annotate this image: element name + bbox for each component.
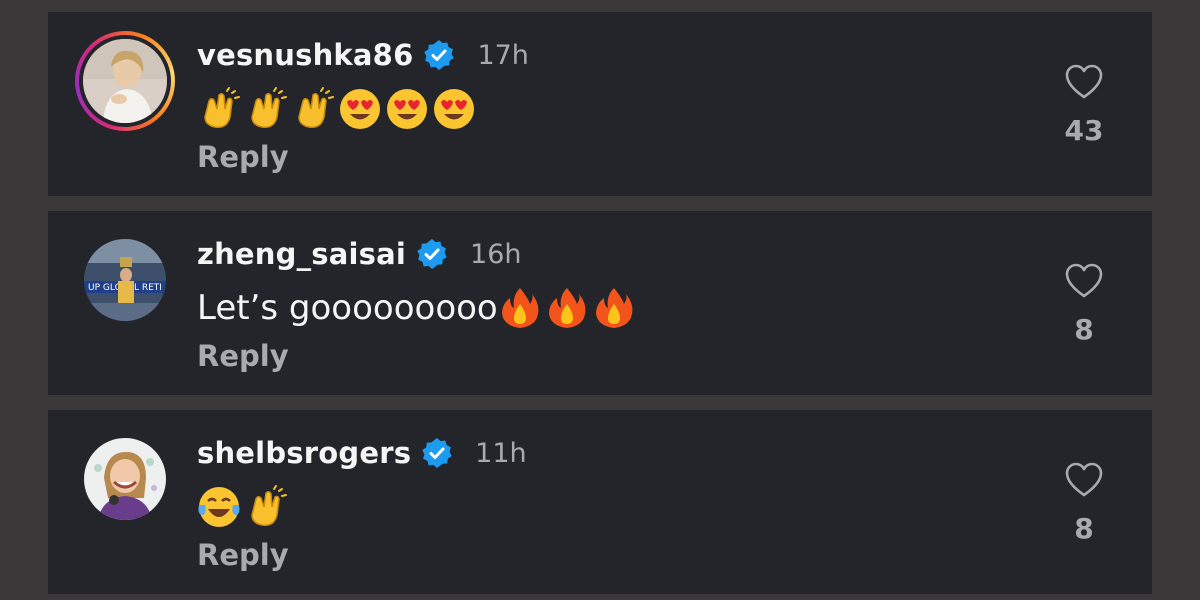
comment-card: shelbsrogers 11h Reply 8 xyxy=(48,410,1152,594)
comment-text: Let’s gooooooooo xyxy=(197,285,639,331)
comment-text xyxy=(197,86,479,132)
like-count: 8 xyxy=(1074,313,1094,346)
heart-like-icon[interactable] xyxy=(1065,263,1103,299)
like-group: 8 xyxy=(1054,462,1114,545)
reply-button[interactable]: Reply xyxy=(197,538,289,572)
heart-like-icon[interactable] xyxy=(1065,64,1103,100)
comment-text xyxy=(197,484,291,530)
comment-card: UP GLOBAL RETI zheng_saisai 16h Let’s go… xyxy=(48,211,1152,395)
verified-badge-icon xyxy=(417,239,447,269)
heart-eyes-icon xyxy=(387,89,427,129)
avatar[interactable]: UP GLOBAL RETI xyxy=(84,239,166,321)
clapping-hands-icon xyxy=(251,87,287,129)
timestamp: 11h xyxy=(475,437,527,469)
username[interactable]: vesnushka86 xyxy=(197,38,413,72)
reply-button[interactable]: Reply xyxy=(197,140,289,174)
like-group: 8 xyxy=(1054,263,1114,346)
like-group: 43 xyxy=(1054,64,1114,147)
like-count: 43 xyxy=(1064,114,1104,147)
clapping-hands-icon xyxy=(251,485,287,527)
heart-like-icon[interactable] xyxy=(1065,462,1103,498)
comment-card: vesnushka86 17h Reply 43 xyxy=(48,12,1152,196)
fire-icon xyxy=(548,288,586,328)
username[interactable]: zheng_saisai xyxy=(197,237,406,271)
clapping-hands-icon xyxy=(298,87,334,129)
username[interactable]: shelbsrogers xyxy=(197,436,411,470)
like-count: 8 xyxy=(1074,512,1094,545)
avatar[interactable] xyxy=(75,31,175,131)
timestamp: 17h xyxy=(477,39,529,71)
avatar[interactable] xyxy=(84,438,166,520)
clapping-hands-icon xyxy=(204,87,240,129)
fire-icon xyxy=(501,288,539,328)
laughing-tears-icon xyxy=(198,487,240,527)
reply-button[interactable]: Reply xyxy=(197,339,289,373)
heart-eyes-icon xyxy=(340,89,380,129)
verified-badge-icon xyxy=(422,438,452,468)
timestamp: 16h xyxy=(470,238,522,270)
comment-text-body: Let’s gooooooooo xyxy=(197,288,498,328)
heart-eyes-icon xyxy=(434,89,474,129)
fire-icon xyxy=(595,288,633,328)
verified-badge-icon xyxy=(424,40,455,70)
